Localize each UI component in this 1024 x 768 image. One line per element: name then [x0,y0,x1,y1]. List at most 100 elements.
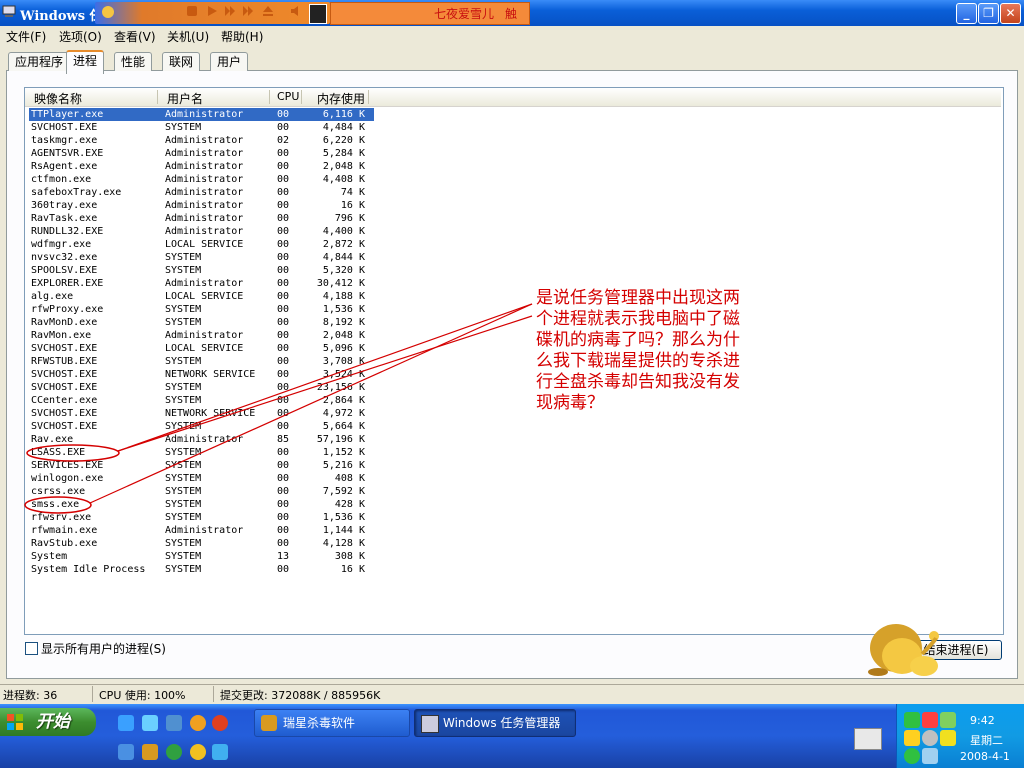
table-row[interactable]: System Idle Process SYSTEM 00 16 K [29,563,374,576]
lightning-icon[interactable] [212,744,228,760]
start-button[interactable]: 开始 [0,708,96,736]
clock-day[interactable]: 星期二 [970,732,1003,748]
menu-options[interactable]: 选项(O) [59,28,102,45]
table-row[interactable]: nvsvc32.exe SYSTEM 00 4,844 K [29,251,374,264]
menu-view[interactable]: 查看(V) [114,28,156,45]
table-row[interactable]: rfwProxy.exe SYSTEM 00 1,536 K [29,303,374,316]
next-icon[interactable] [224,5,236,17]
network-icon[interactable] [118,744,134,760]
column-divider[interactable] [301,90,302,104]
table-row[interactable]: RavMonD.exe SYSTEM 00 8,192 K [29,316,374,329]
clock-date[interactable]: 2008-4-1 [960,750,1010,763]
eject-icon[interactable] [262,5,274,17]
table-row[interactable]: SVCHOST.EXE SYSTEM 00 5,664 K [29,420,374,433]
tray-umbrella-icon[interactable] [904,748,920,764]
table-row[interactable]: EXPLORER.EXE Administrator 00 30,412 K [29,277,374,290]
table-row[interactable]: RavMon.exe Administrator 00 2,048 K [29,329,374,342]
menu-shutdown[interactable]: 关机(U) [167,28,209,45]
table-row[interactable]: wdfmgr.exe LOCAL SERVICE 00 2,872 K [29,238,374,251]
table-row[interactable]: LSASS.EXE SYSTEM 00 1,152 K [29,446,374,459]
table-row[interactable]: SVCHOST.EXE LOCAL SERVICE 00 5,096 K [29,342,374,355]
table-row[interactable]: Rav.exe Administrator 85 57,196 K [29,433,374,446]
ie-icon[interactable] [118,715,134,731]
table-row[interactable]: RsAgent.exe Administrator 00 2,048 K [29,160,374,173]
table-row[interactable]: SVCHOST.EXE SYSTEM 00 23,156 K [29,381,374,394]
process-cpu: 00 [277,252,290,263]
column-header-image-name[interactable]: 映像名称 [34,90,82,107]
tray-icon[interactable] [922,748,938,764]
table-row[interactable]: rfwsrv.exe SYSTEM 00 1,536 K [29,511,374,524]
column-divider[interactable] [157,90,158,104]
table-row[interactable]: RavStub.exe SYSTEM 00 4,128 K [29,537,374,550]
tray-icon[interactable] [904,712,920,728]
table-row[interactable]: RFWSTUB.EXE SYSTEM 00 3,708 K [29,355,374,368]
quicklaunch-icon[interactable] [142,715,158,731]
minimize-button[interactable]: _ [956,3,977,24]
table-row[interactable]: RUNDLL32.EXE Administrator 00 4,400 K [29,225,374,238]
rising-icon[interactable] [142,744,158,760]
tray-icon[interactable] [904,730,920,746]
table-row[interactable]: SVCHOST.EXE SYSTEM 00 4,484 K [29,121,374,134]
menu-file[interactable]: 文件(F) [6,28,46,45]
table-row[interactable]: SVCHOST.EXE NETWORK SERVICE 00 4,972 K [29,407,374,420]
fast-forward-icon[interactable] [242,5,254,17]
process-user: SYSTEM [165,421,202,432]
table-row[interactable]: RavTask.exe Administrator 00 796 K [29,212,374,225]
table-row[interactable]: smss.exe SYSTEM 00 428 K [29,498,374,511]
process-user: LOCAL SERVICE [165,291,244,302]
process-cpu: 00 [277,200,290,211]
process-user: SYSTEM [165,460,202,471]
qq-icon[interactable] [190,715,206,731]
column-header-user[interactable]: 用户名 [167,90,203,107]
tray-network-icon[interactable] [922,712,938,728]
tab-networking[interactable]: 联网 [162,52,201,71]
column-header-memory[interactable]: 内存使用 [317,90,365,107]
table-row[interactable]: TTPlayer.exe Administrator 00 6,116 K [29,108,374,121]
volume-icon[interactable] [290,5,302,17]
tray-icon[interactable] [940,730,956,746]
table-row[interactable]: alg.exe LOCAL SERVICE 00 4,188 K [29,290,374,303]
table-row[interactable]: System SYSTEM 13 308 K [29,550,374,563]
stop-icon[interactable] [186,5,198,17]
show-all-users-label[interactable]: 显示所有用户的进程(S) [41,640,166,657]
tab-applications[interactable]: 应用程序 [8,52,71,71]
table-row[interactable]: AGENTSVR.EXE Administrator 00 5,284 K [29,147,374,160]
restore-button[interactable]: ❐ [978,3,999,24]
close-button[interactable]: ✕ [1000,3,1021,24]
clock-time[interactable]: 9:42 [970,714,995,727]
menu-help[interactable]: 帮助(H) [221,28,263,45]
ime-indicator[interactable] [854,728,882,750]
column-header-cpu[interactable]: CPU [277,90,299,103]
table-row[interactable]: ctfmon.exe Administrator 00 4,408 K [29,173,374,186]
table-row[interactable]: SERVICES.EXE SYSTEM 00 5,216 K [29,459,374,472]
taskbar-item-taskmgr[interactable]: Windows 任务管理器 [414,709,576,737]
process-cpu: 00 [277,187,290,198]
play-icon[interactable] [206,5,218,17]
tab-users[interactable]: 用户 [210,52,249,71]
show-all-users-checkbox[interactable] [25,642,38,655]
column-divider[interactable] [269,90,270,104]
process-memory: 74 K [340,187,365,198]
table-row[interactable]: rfwmain.exe Administrator 00 1,144 K [29,524,374,537]
table-row[interactable]: csrss.exe SYSTEM 00 7,592 K [29,485,374,498]
table-row[interactable]: safeboxTray.exe Administrator 00 74 K [29,186,374,199]
browser-icon[interactable] [212,715,228,731]
tab-performance[interactable]: 性能 [114,52,153,71]
table-row[interactable]: taskmgr.exe Administrator 02 6,220 K [29,134,374,147]
player-menu-icon[interactable] [309,4,327,24]
table-row[interactable]: 360tray.exe Administrator 00 16 K [29,199,374,212]
table-row[interactable]: SVCHOST.EXE NETWORK SERVICE 00 3,524 K [29,368,374,381]
table-row[interactable]: SPOOLSV.EXE SYSTEM 00 5,320 K [29,264,374,277]
media-icon[interactable] [166,715,182,731]
tab-processes[interactable]: 进程 [66,50,105,74]
taskbar-item-rising[interactable]: 瑞星杀毒软件 [254,709,410,737]
tray-icon[interactable] [940,712,956,728]
column-divider[interactable] [368,90,369,104]
tray-icon[interactable] [922,730,938,746]
qq-icon-2[interactable] [190,744,206,760]
process-user: SYSTEM [165,538,202,549]
table-row[interactable]: winlogon.exe SYSTEM 00 408 K [29,472,374,485]
process-user: SYSTEM [165,382,202,393]
umbrella-icon[interactable] [166,744,182,760]
table-row[interactable]: CCenter.exe SYSTEM 00 2,864 K [29,394,374,407]
